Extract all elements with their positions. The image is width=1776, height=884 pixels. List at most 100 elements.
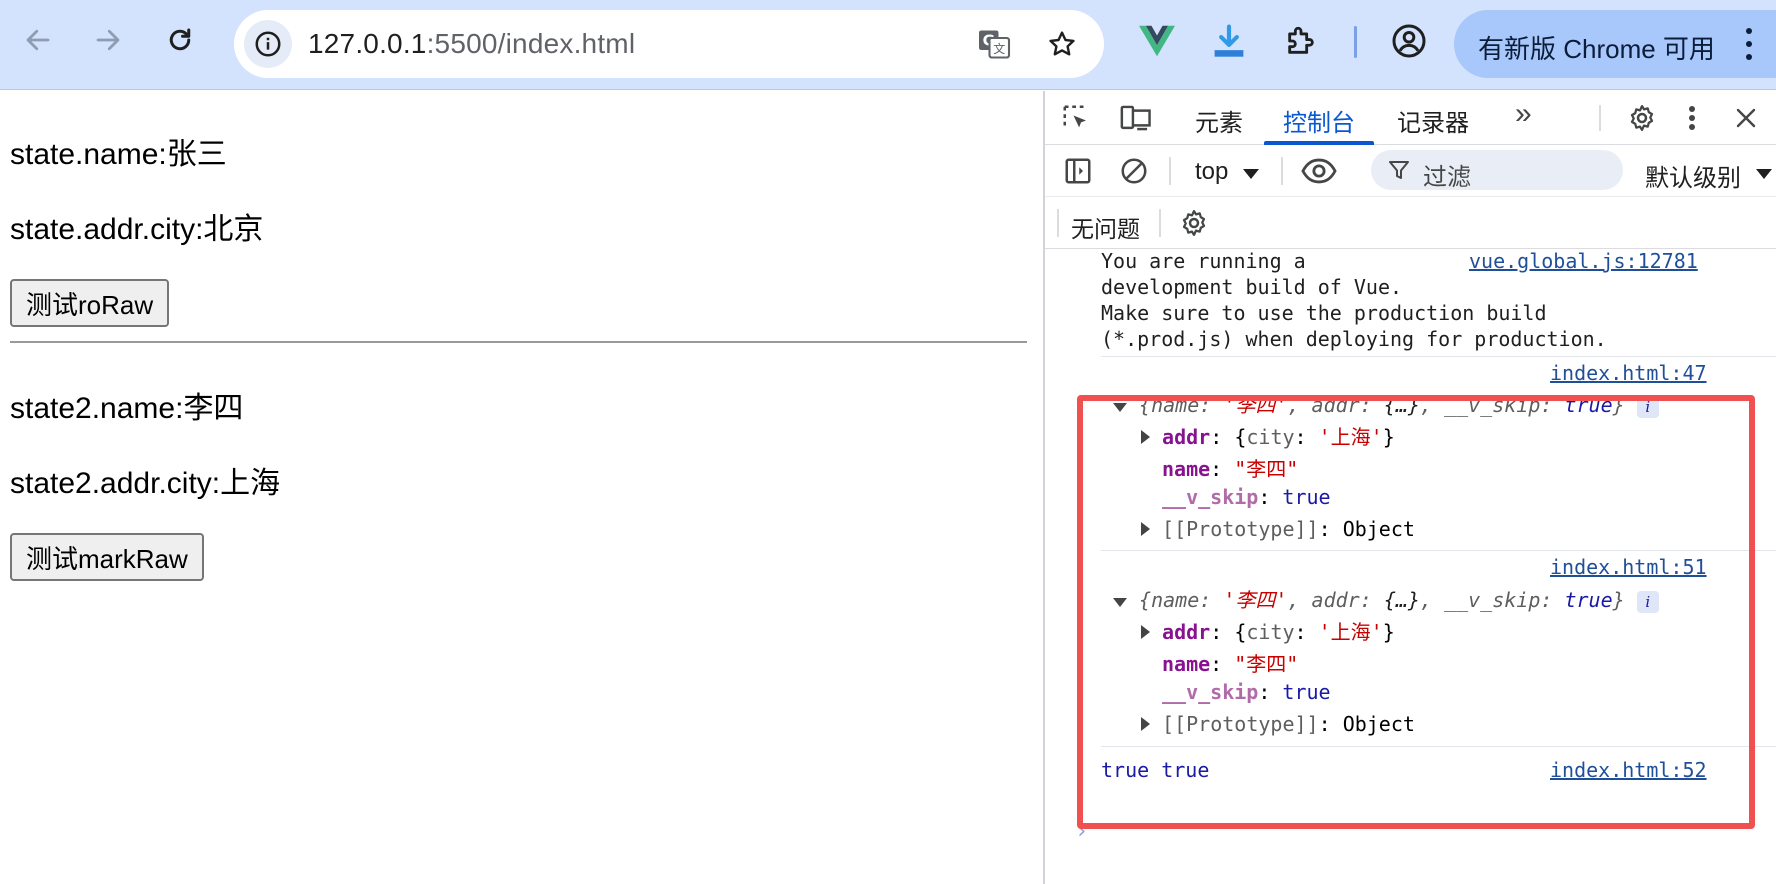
message-separator [1101,746,1776,747]
test-toraw-button[interactable]: 测试roRaw [10,279,170,327]
info-icon[interactable]: i [1636,591,1659,613]
property-key: [[Prototype]] [1162,712,1319,736]
vue-warning-line: Make sure to use the production build [1101,301,1547,325]
site-info-icon [255,31,281,57]
bookmark-button[interactable] [1042,24,1082,64]
summary-value: {…} [1383,393,1420,417]
property-preview-close: } [1382,620,1395,644]
translate-icon: G文 [979,30,1011,59]
vue-devtools-extension[interactable] [1136,20,1178,62]
property-key: [[Prototype]] [1162,517,1319,541]
property-key: __v_skip [1162,485,1259,509]
source-link[interactable]: vue.global.js:12781 [1469,249,1698,273]
url-text[interactable]: 127.0.0.1:5500/index.html [308,28,635,60]
summary-open: { [1139,588,1152,612]
clear-console-button[interactable] [1117,154,1151,188]
site-info-button[interactable] [244,20,292,68]
object-summary-row[interactable]: {name: '李四', addr: {…}, __v_skip: true} … [1113,389,1659,418]
summary-value: true [1564,588,1613,612]
console-filter-input[interactable]: 过滤 [1371,150,1623,191]
devtools-settings-button[interactable] [1625,101,1659,135]
state2-name-text: state2.name:李四 [10,392,244,425]
test-markraw-button[interactable]: 测试markRaw [10,533,204,581]
expand-triangle-icon[interactable] [1141,522,1150,536]
divider [10,341,1027,343]
expand-triangle-icon[interactable] [1141,717,1150,731]
bookmark-star-icon [1049,31,1075,56]
tab-console[interactable]: 控制台 [1283,103,1355,138]
summary-key: name [1151,393,1200,417]
gear-icon [1182,210,1206,236]
collapse-triangle-icon[interactable] [1113,403,1127,412]
console-prompt[interactable]: › [1075,819,1088,844]
property-prototype-row[interactable]: [[Prototype]]: Object [1141,517,1415,541]
summary-value: {…} [1383,588,1420,612]
download-extension[interactable] [1208,20,1250,62]
source-link[interactable]: index.html:51 [1550,555,1707,579]
back-button[interactable] [16,18,60,62]
state2-city-text: state2.addr.city:上海 [10,467,281,500]
console-settings-button[interactable] [1177,206,1211,240]
summary-close: } [1612,588,1625,612]
more-vert-icon[interactable] [1736,24,1762,64]
context-selector[interactable]: top [1195,158,1228,186]
issues-divider [1159,209,1161,237]
tabbar-divider [1599,105,1601,131]
page-viewport: state.name:张三 state.addr.city:北京 测试roRaw… [0,91,1043,884]
profile-icon [1392,24,1426,58]
property-preview-close: } [1382,425,1395,449]
chrome-update-button[interactable]: 有新版 Chrome 可用 [1454,10,1776,78]
log-boolean-output: true true [1101,758,1210,782]
property-value: Object [1342,712,1415,736]
toolbar-divider [1169,157,1171,185]
context-dropdown-icon[interactable] [1243,169,1259,179]
source-link[interactable]: index.html:47 [1550,361,1707,385]
property-preview-key: city [1246,620,1295,644]
address-bar[interactable]: 127.0.0.1:5500/index.html G文 [234,10,1104,78]
property-preview-key: city [1246,425,1295,449]
summary-value: '李四' [1223,393,1288,417]
summary-key: addr [1311,588,1360,612]
expand-triangle-icon[interactable] [1141,625,1150,639]
devtools-menu-button[interactable] [1679,101,1705,135]
device-toolbar-button[interactable] [1119,101,1153,135]
extensions-button[interactable] [1280,20,1322,62]
property-prototype-row[interactable]: [[Prototype]]: Object [1141,712,1415,736]
property-name-row: name: "李四" [1162,652,1299,676]
reload-button[interactable] [158,18,202,62]
tab-elements[interactable]: 元素 [1195,103,1243,138]
object-summary-row[interactable]: {name: '李四', addr: {…}, __v_skip: true} … [1113,584,1659,613]
reload-icon [169,28,191,51]
issues-bar: 无问题 [1045,197,1776,249]
property-value: true [1282,485,1331,509]
property-addr-row[interactable]: addr: {city: '上海'} [1141,616,1395,645]
close-devtools-button[interactable] [1729,101,1763,135]
property-key: name [1162,652,1211,676]
property-preview-value: '上海' [1318,425,1383,449]
log-level-dropdown-icon[interactable] [1756,169,1772,179]
expand-triangle-icon[interactable] [1141,430,1150,444]
translate-button[interactable]: G文 [974,24,1014,64]
download-extension-icon [1214,24,1244,57]
live-expression-button[interactable] [1299,154,1339,188]
property-key: __v_skip [1162,680,1259,704]
forward-button[interactable] [86,18,130,62]
show-sidebar-button[interactable] [1061,154,1095,188]
tab-recorder[interactable]: 记录器 [1397,103,1469,138]
collapse-triangle-icon[interactable] [1113,598,1127,607]
log-level-selector[interactable]: 默认级别 [1645,158,1741,193]
devtools-panel: 元素 控制台 记录器 » top 过滤 默认级别 无问题 You are run… [1045,91,1776,884]
info-icon[interactable]: i [1636,396,1659,418]
profile-button[interactable] [1388,20,1430,62]
inspect-element-button[interactable] [1059,101,1093,135]
property-name-row: name: "李四" [1162,457,1299,481]
property-preview-open: { [1234,425,1247,449]
sidebar-toggle-icon [1065,158,1091,184]
property-addr-row[interactable]: addr: {city: '上海'} [1141,421,1395,450]
source-link[interactable]: index.html:52 [1550,758,1707,782]
issues-count[interactable]: 无问题 [1071,210,1140,244]
browser-toolbar: 127.0.0.1:5500/index.html G文 有新版 Chrome … [0,0,1776,90]
more-tabs-button[interactable]: » [1515,97,1532,131]
property-key: name [1162,457,1211,481]
url-path: :5500/index.html [426,28,636,59]
